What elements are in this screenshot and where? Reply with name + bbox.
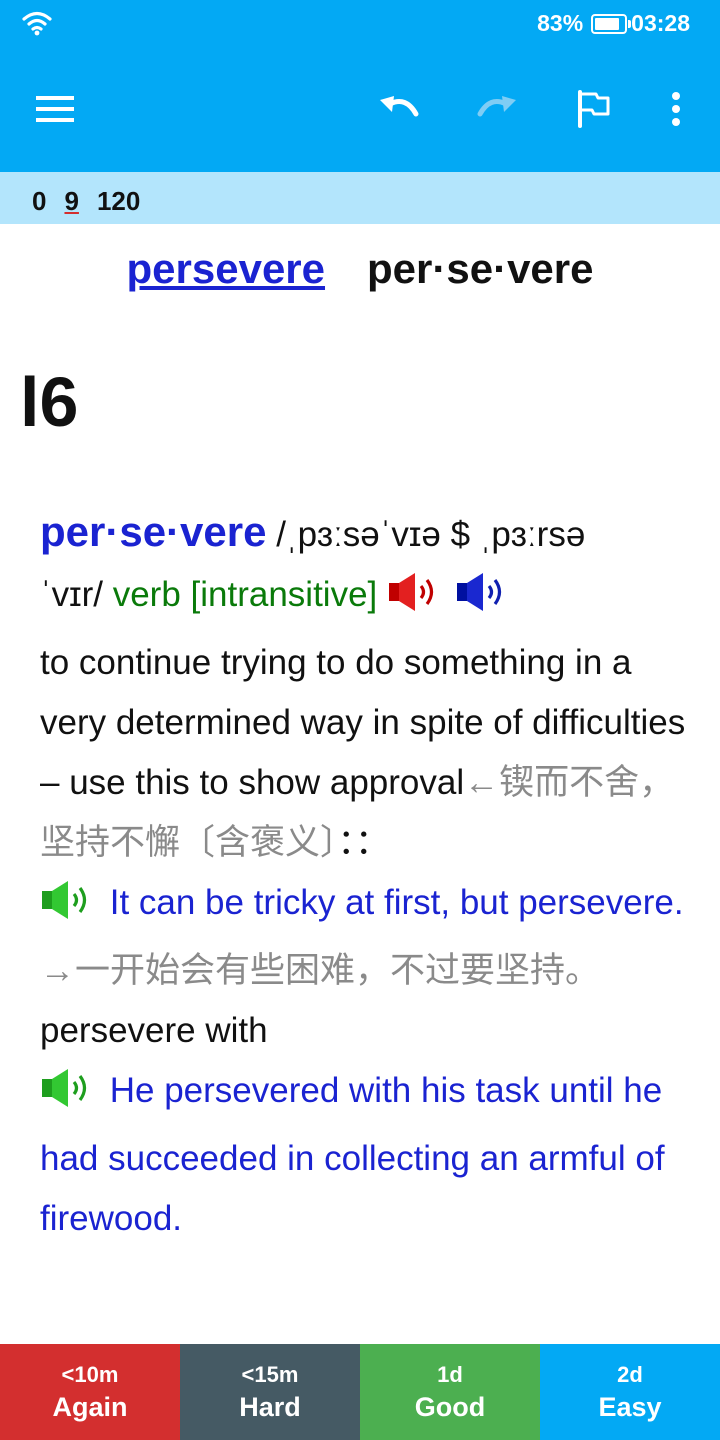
word-syllables: per·se·vere: [367, 245, 594, 292]
definition-colons: ：：: [337, 823, 391, 862]
again-label: Again: [52, 1391, 128, 1422]
menu-button[interactable]: [26, 86, 86, 136]
example-2: He persevered with his task until he had…: [40, 1071, 665, 1238]
battery-icon: [591, 13, 632, 34]
menu-icon: [36, 94, 76, 129]
word-link[interactable]: persevere: [127, 245, 326, 293]
battery-percent: 83%: [537, 10, 584, 36]
redo-button[interactable]: [466, 86, 526, 136]
answer-buttons: <10m Again <15m Hard 1d Good 2d Easy: [0, 1344, 720, 1440]
clock: 03:28: [631, 10, 690, 36]
pronunciation: /ˌpɜːsəˈvɪə $ ˌpɜːrsə: [266, 515, 586, 554]
undo-icon: [378, 94, 422, 129]
headword: per·se·vere: [40, 508, 267, 555]
example-1-speaker-icon[interactable]: [40, 878, 100, 941]
dictionary-entry: per·se·vere /ˌpɜːsəˈvɪə $ ˌpɜːrsə ˈvɪr/ …: [40, 502, 690, 1249]
flag-icon: [576, 89, 612, 133]
card-counts-bar: 0 9 120: [0, 172, 720, 224]
wifi-icon: [22, 10, 52, 43]
example-1-translation: →一开始会有些困难，不过要坚持。: [40, 951, 601, 990]
more-options-button[interactable]: [656, 86, 696, 136]
again-interval: <10m: [61, 1361, 119, 1387]
undo-button[interactable]: [370, 86, 430, 136]
example-2-speaker-icon[interactable]: [40, 1066, 100, 1129]
pronunciation-cont: ˈvɪr/: [40, 575, 113, 614]
easy-button[interactable]: 2d Easy: [540, 1344, 720, 1440]
example-1: It can be tricky at first, but persevere…: [100, 883, 684, 922]
british-audio-speaker-icon[interactable]: [387, 570, 445, 633]
hard-button[interactable]: <15m Hard: [180, 1344, 360, 1440]
status-bar: 83% 03:28: [0, 0, 720, 50]
american-audio-speaker-icon[interactable]: [455, 570, 517, 633]
hard-label: Hard: [239, 1391, 301, 1422]
redo-icon: [474, 94, 518, 129]
more-vert-icon: [671, 91, 681, 131]
hard-interval: <15m: [241, 1361, 299, 1387]
review-count: 120: [96, 186, 141, 216]
easy-label: Easy: [598, 1391, 662, 1422]
phrase-heading: persevere with: [40, 1011, 268, 1050]
part-of-speech: verb [intransitive]: [112, 575, 378, 614]
flag-button[interactable]: [566, 84, 622, 138]
good-label: Good: [414, 1391, 486, 1422]
new-count: 0: [32, 186, 47, 216]
easy-interval: 2d: [617, 1361, 643, 1387]
learning-count: 9: [64, 186, 79, 216]
toolbar: [0, 50, 720, 172]
card-word-row: persevere per·se·vere: [0, 245, 720, 293]
good-button[interactable]: 1d Good: [360, 1344, 540, 1440]
good-interval: 1d: [437, 1361, 463, 1387]
word-level: l6: [20, 363, 79, 441]
again-button[interactable]: <10m Again: [0, 1344, 180, 1440]
